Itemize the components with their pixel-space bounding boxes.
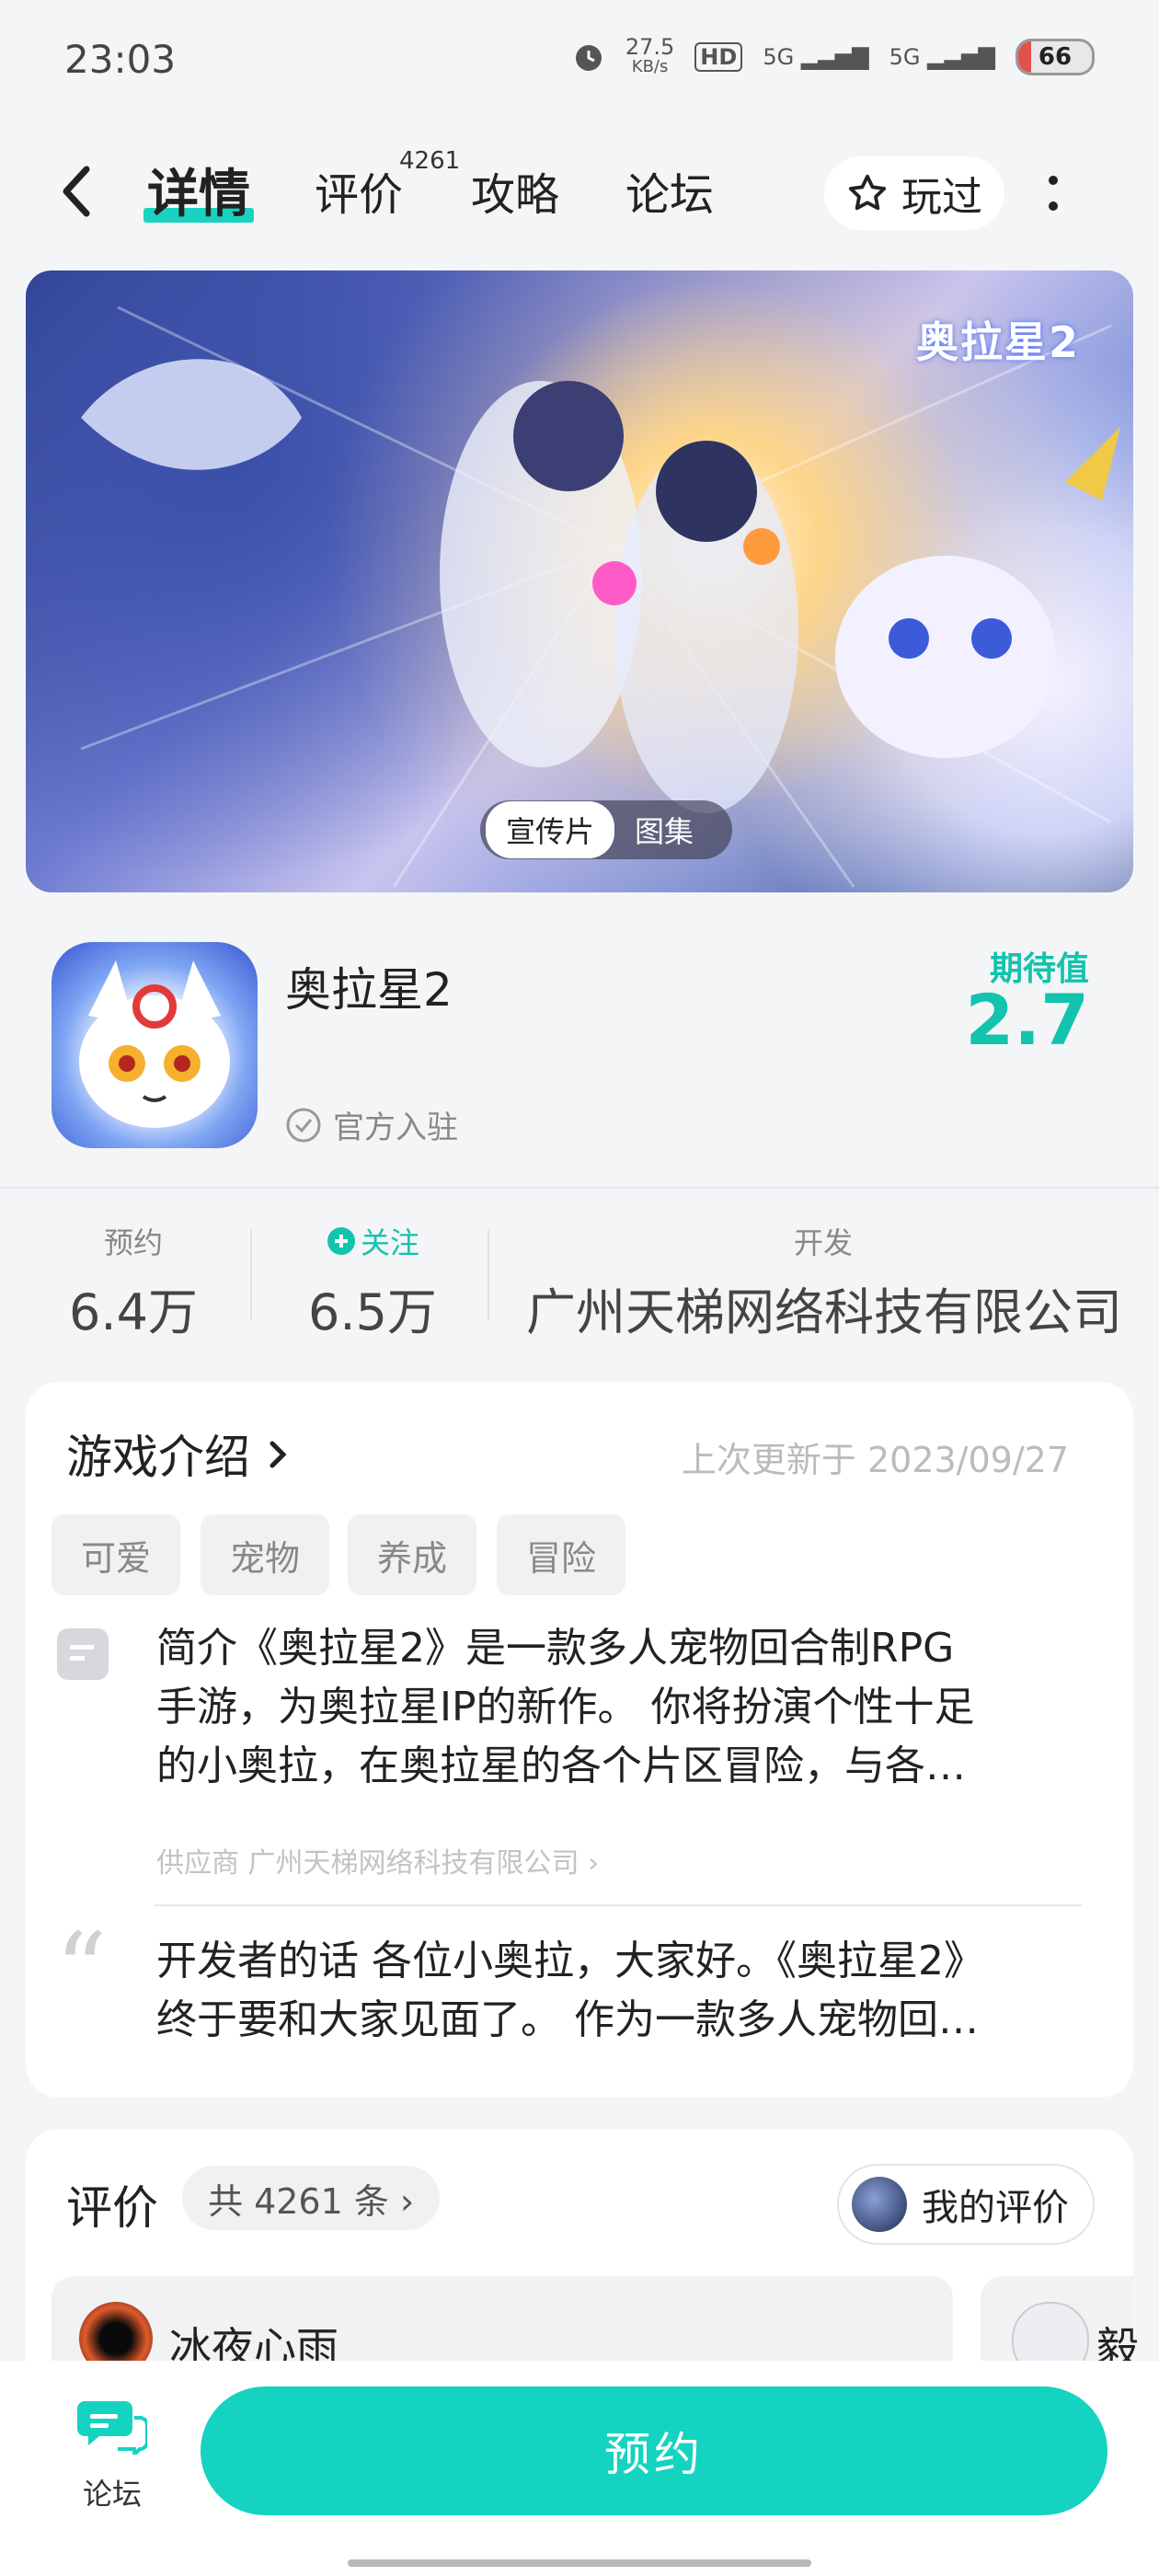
signal-2: 5G ▂▃▅▇: [889, 44, 995, 70]
banner-logo: 奥拉星2: [916, 317, 1081, 367]
quote-icon: “: [55, 1911, 108, 2029]
played-button[interactable]: 玩过: [824, 156, 1004, 230]
back-arrow-icon[interactable]: [59, 164, 96, 219]
description-icon: [57, 1628, 109, 1680]
app-title: 奥拉星2: [285, 963, 453, 1017]
developer-name[interactable]: 广州天梯网络科技有限公司: [511, 1271, 1137, 1344]
more-vertical-icon[interactable]: [1049, 169, 1058, 217]
game-description[interactable]: 简介《奥拉星2》是一款多人宠物回合制RPG 手游，为奥拉星IP的新作。 你将扮演…: [156, 1619, 1085, 1796]
developer-note[interactable]: 开发者的话 各位小奥拉，大家好。《奥拉星2》 终于要和大家见面了。 作为一款多人…: [156, 1932, 1085, 2050]
net-speed-value: 27.5: [625, 34, 675, 60]
status-time: 23:03: [64, 37, 177, 82]
battery-level: 66: [1038, 43, 1073, 71]
tag-cute[interactable]: 可爱: [52, 1514, 180, 1595]
home-indicator[interactable]: [348, 2559, 811, 2567]
forum-chat-icon[interactable]: [77, 2396, 147, 2455]
tag-adventure[interactable]: 冒险: [497, 1514, 625, 1595]
tab-reviews-count: 4261: [399, 147, 461, 175]
last-updated: 上次更新于 2023/09/27: [681, 1440, 1069, 1480]
developer-label: 开发: [793, 1225, 853, 1260]
banner-tab-trailer[interactable]: 宣传片: [486, 801, 615, 858]
stat-separator: [488, 1229, 489, 1321]
hd-badge: HD: [694, 42, 743, 72]
reserve-button[interactable]: 预约: [201, 2386, 1107, 2515]
net-speed-unit: KB/s: [631, 57, 669, 76]
developer-note-line: 终于要和大家见面了。 作为一款多人宠物回…: [156, 1996, 979, 2043]
star-icon: [848, 174, 887, 211]
user-avatar: [852, 2177, 907, 2232]
description-line: 的小奥拉，在奥拉星的各个片区冒险，与各…: [156, 1742, 966, 1789]
reviews-title: 评价: [66, 2181, 158, 2235]
description-line: 手游，为奥拉星IP的新作。 你将扮演个性十足: [156, 1684, 975, 1731]
supplier-link[interactable]: 供应商 广州天梯网络科技有限公司 ›: [156, 1840, 599, 1880]
status-icons: 27.5 KB/s HD 5G ▂▃▅▇ 5G ▂▃▅▇ 66: [572, 34, 1095, 77]
alarm-icon: [575, 45, 602, 71]
reviews-count-chip[interactable]: 共 4261 条 ›: [182, 2166, 441, 2230]
forum-label[interactable]: 论坛: [77, 2471, 147, 2513]
my-review-button[interactable]: 我的评价: [837, 2164, 1095, 2245]
follow-count: 6.5万: [308, 1283, 437, 1341]
card-divider: [155, 1904, 1082, 1906]
official-badge: 官方入驻: [285, 1102, 458, 1147]
my-review-label: 我的评价: [922, 2187, 1069, 2229]
signal-1-label: 5G: [763, 44, 795, 70]
signal-2-label: 5G: [889, 44, 921, 70]
banner-tab-gallery[interactable]: 图集: [614, 801, 714, 858]
tab-reviews[interactable]: 评价: [315, 158, 403, 223]
game-intro-title-text: 游戏介绍: [66, 1431, 250, 1484]
official-label: 官方入驻: [333, 1110, 458, 1146]
section-divider: [0, 1187, 1159, 1189]
stat-separator: [250, 1229, 252, 1321]
promo-banner[interactable]: 奥拉星2 宣传片 图集: [26, 270, 1133, 892]
chevron-right-icon: [270, 1441, 287, 1468]
app-icon-art: [79, 960, 230, 1128]
tab-guides[interactable]: 攻略: [471, 158, 559, 223]
follow-button[interactable]: 关注: [294, 1220, 451, 1262]
plus-circle-icon: [327, 1227, 355, 1255]
follow-label: 关注: [360, 1225, 419, 1260]
app-icon: [52, 942, 258, 1148]
played-label: 玩过: [901, 174, 982, 221]
tab-forum[interactable]: 论坛: [625, 158, 714, 223]
expectation-score: 2.7: [965, 979, 1089, 1061]
tab-details[interactable]: 详情: [147, 153, 250, 227]
tag-raising[interactable]: 养成: [348, 1514, 476, 1595]
battery-icon: 66: [1016, 39, 1095, 75]
verified-check-icon: [286, 1108, 321, 1142]
banner-media-tabs: 宣传片 图集: [480, 800, 732, 859]
tag-pet[interactable]: 宠物: [201, 1514, 329, 1595]
developer-note-line: 开发者的话 各位小奥拉，大家好。《奥拉星2》: [156, 1938, 984, 1984]
reserve-count: 6.4万: [69, 1283, 198, 1341]
net-speed: 27.5 KB/s: [625, 34, 675, 77]
signal-1: 5G ▂▃▅▇: [763, 44, 869, 70]
description-icon-lines: [70, 1645, 94, 1661]
reserve-count-label: 预约: [103, 1225, 163, 1260]
game-intro-title[interactable]: 游戏介绍: [66, 1420, 291, 1487]
description-line: 简介《奥拉星2》是一款多人宠物回合制RPG: [156, 1625, 955, 1672]
